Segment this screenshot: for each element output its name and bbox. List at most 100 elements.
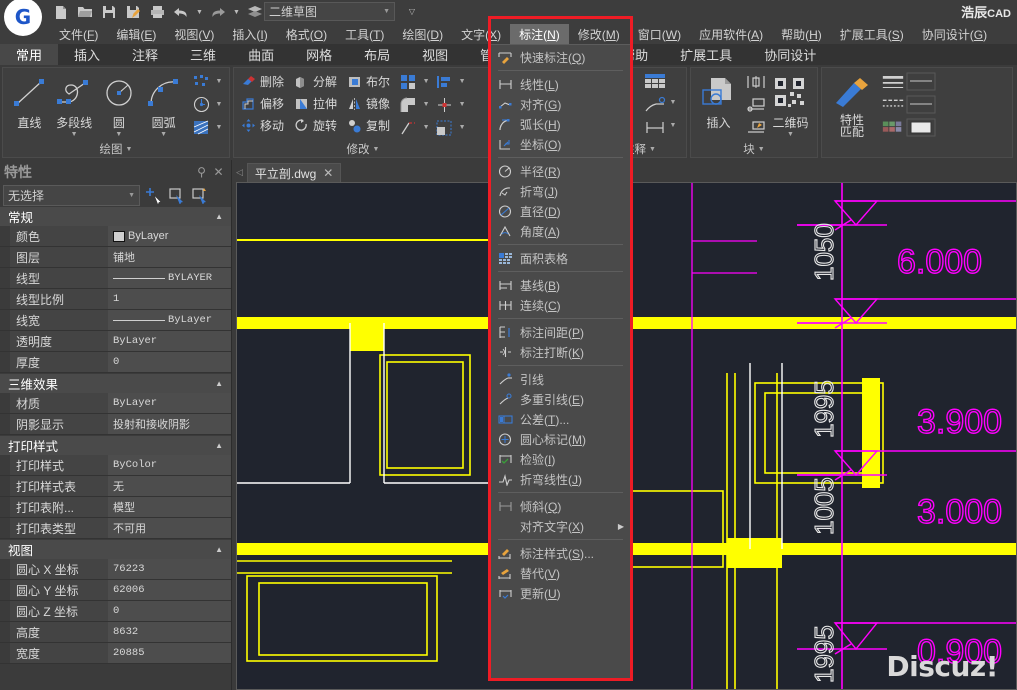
arc-tool[interactable]: 圆弧 ▼ bbox=[141, 71, 186, 138]
menu-item-3[interactable]: 视图(V) bbox=[165, 24, 223, 45]
point-tool[interactable] bbox=[189, 71, 213, 92]
ribbon-tab-12[interactable]: 扩展工具 bbox=[664, 44, 748, 65]
menu-item-标注间距[interactable]: 标注间距(P) bbox=[491, 322, 630, 342]
menu-item-对齐[interactable]: 对齐(G) bbox=[491, 94, 630, 114]
property-row[interactable]: 图层 铺地 bbox=[0, 247, 231, 268]
arc-dropdown-icon[interactable]: ▼ bbox=[160, 131, 167, 138]
menu-item-公差[interactable]: 公差(T)... bbox=[491, 409, 630, 429]
property-value-cell[interactable]: 0 bbox=[108, 352, 231, 372]
redo-dropdown-icon[interactable]: ▼ bbox=[231, 1, 242, 23]
undo-icon[interactable] bbox=[170, 1, 192, 23]
explode-tool[interactable]: 分解 bbox=[291, 71, 339, 92]
ribbon-tab-8[interactable]: 视图 bbox=[406, 44, 464, 65]
selection-dropdown[interactable]: 无选择 ▼ bbox=[3, 184, 140, 206]
block-editor-icon[interactable] bbox=[744, 71, 768, 92]
circle-tool[interactable]: 圆 ▼ bbox=[97, 71, 142, 138]
close-icon[interactable]: ✕ bbox=[323, 166, 333, 180]
layers-icon[interactable] bbox=[244, 1, 266, 23]
scale-tool[interactable] bbox=[432, 117, 456, 138]
move-tool[interactable]: 移动 bbox=[238, 115, 286, 136]
menu-item-弧长[interactable]: 弧长(H) bbox=[491, 114, 630, 134]
menu-item-倾斜[interactable]: 倾斜(Q) bbox=[491, 496, 630, 516]
save-icon[interactable] bbox=[98, 1, 120, 23]
menu-item-13[interactable]: 帮助(H) bbox=[772, 24, 831, 45]
cloud-dropdown-icon[interactable]: ▼ bbox=[213, 94, 225, 115]
menu-item-15[interactable]: 协同设计(G) bbox=[913, 24, 996, 45]
linetype-dashed-icon[interactable] bbox=[881, 94, 905, 115]
menu-item-5[interactable]: 格式(O) bbox=[277, 24, 336, 45]
property-value-cell[interactable]: 8632 bbox=[108, 622, 231, 642]
property-row[interactable]: 宽度 20885 bbox=[0, 643, 231, 664]
erase-tool[interactable]: 删除 bbox=[238, 71, 286, 92]
match-properties-tool[interactable]: 特性 匹配 bbox=[826, 71, 878, 138]
trim-tool[interactable] bbox=[396, 117, 420, 138]
property-value-cell[interactable]: 铺地 bbox=[108, 247, 231, 267]
property-group-header[interactable]: 三维效果 ▲ bbox=[0, 373, 231, 393]
property-value-cell[interactable]: ByLayer bbox=[108, 393, 231, 413]
table-icon[interactable] bbox=[643, 71, 667, 92]
collapse-icon[interactable]: ▲ bbox=[215, 212, 223, 221]
property-value-cell[interactable]: ByColor bbox=[108, 455, 231, 475]
menu-item-标注样式[interactable]: 标注样式(S)... bbox=[491, 543, 630, 563]
break-dropdown-icon[interactable]: ▼ bbox=[456, 94, 468, 115]
point-dropdown-icon[interactable]: ▼ bbox=[213, 71, 225, 92]
property-row[interactable]: 打印样式 ByColor bbox=[0, 455, 231, 476]
property-row[interactable]: 高度 8632 bbox=[0, 622, 231, 643]
line-tool[interactable]: 直线 bbox=[7, 71, 52, 131]
block-attribute-icon[interactable] bbox=[744, 117, 768, 138]
line-preview-2-icon[interactable] bbox=[905, 94, 937, 115]
stretch-tool[interactable]: 拉伸 bbox=[291, 93, 339, 114]
property-value-cell[interactable]: 不可用 bbox=[108, 518, 231, 538]
menu-item-折弯[interactable]: 折弯(J) bbox=[491, 181, 630, 201]
qrcode-dropdown-icon[interactable]: ▼ bbox=[787, 131, 794, 138]
menu-item-基线[interactable]: 基线(B) bbox=[491, 275, 630, 295]
menu-item-7[interactable]: 绘图(D) bbox=[393, 24, 452, 45]
property-value-cell[interactable]: ByLayer bbox=[108, 226, 231, 246]
open-file-icon[interactable] bbox=[74, 1, 96, 23]
polyline-dropdown-icon[interactable]: ▼ bbox=[71, 131, 78, 138]
fillet-tool[interactable] bbox=[396, 94, 420, 115]
ribbon-tab-13[interactable]: 协同设计 bbox=[748, 44, 832, 65]
property-row[interactable]: 线型 BYLAYER bbox=[0, 268, 231, 289]
undo-dropdown-icon[interactable]: ▼ bbox=[194, 1, 205, 23]
ribbon-tab-4[interactable]: 三维 bbox=[174, 44, 232, 65]
leader-dropdown-icon[interactable]: ▼ bbox=[667, 92, 679, 113]
menu-item-折弯线性[interactable]: 折弯线性(J) bbox=[491, 469, 630, 489]
array-dropdown-icon[interactable]: ▼ bbox=[420, 71, 432, 92]
pick-style-icon[interactable] bbox=[190, 185, 211, 205]
property-row[interactable]: 圆心 Y 坐标 62006 bbox=[0, 580, 231, 601]
property-row[interactable]: 透明度 ByLayer bbox=[0, 331, 231, 352]
line-preview-1-icon[interactable] bbox=[905, 71, 937, 92]
boolean-tool[interactable]: 布尔 bbox=[344, 71, 392, 92]
menu-item-坐标[interactable]: 坐标(O) bbox=[491, 134, 630, 154]
property-value-cell[interactable]: ByLayer bbox=[108, 331, 231, 351]
dimension-icon[interactable] bbox=[643, 117, 667, 138]
ribbon-tab-1[interactable]: 常用 bbox=[0, 44, 59, 65]
property-value-cell[interactable]: 1 bbox=[108, 289, 231, 309]
linetype-solid-icon[interactable] bbox=[881, 71, 905, 92]
property-value-cell[interactable]: 20885 bbox=[108, 643, 231, 663]
close-icon[interactable]: ✕ bbox=[210, 165, 227, 179]
menu-item-2[interactable]: 编辑(E) bbox=[107, 24, 165, 45]
menu-item-标注打断[interactable]: 标注打断(K) bbox=[491, 342, 630, 362]
insert-block-tool[interactable]: 插入 bbox=[695, 71, 742, 131]
property-row[interactable]: 打印表附... 模型 bbox=[0, 497, 231, 518]
new-file-icon[interactable] bbox=[50, 1, 72, 23]
collapse-icon[interactable]: ▲ bbox=[215, 545, 223, 554]
select-objects-icon[interactable] bbox=[167, 185, 188, 205]
block-define-icon[interactable] bbox=[744, 94, 768, 115]
menu-item-4[interactable]: 插入(I) bbox=[223, 24, 276, 45]
circle-dropdown-icon[interactable]: ▼ bbox=[115, 131, 122, 138]
property-value-cell[interactable]: 模型 bbox=[108, 497, 231, 517]
color-palette-icon[interactable] bbox=[881, 117, 905, 138]
property-row[interactable]: 线宽 ByLayer bbox=[0, 310, 231, 331]
ribbon-tab-6[interactable]: 网格 bbox=[290, 44, 348, 65]
property-row[interactable]: 圆心 X 坐标 76223 bbox=[0, 559, 231, 580]
menu-item-1[interactable]: 文件(F) bbox=[50, 24, 107, 45]
align-dropdown-icon[interactable]: ▼ bbox=[456, 71, 468, 92]
ribbon-tab-3[interactable]: 注释 bbox=[116, 44, 174, 65]
property-row[interactable]: 圆心 Z 坐标 0 bbox=[0, 601, 231, 622]
menu-item-10[interactable]: 修改(M) bbox=[569, 24, 629, 45]
menu-item-11[interactable]: 窗口(W) bbox=[629, 24, 690, 45]
fillet-dropdown-icon[interactable]: ▼ bbox=[420, 94, 432, 115]
